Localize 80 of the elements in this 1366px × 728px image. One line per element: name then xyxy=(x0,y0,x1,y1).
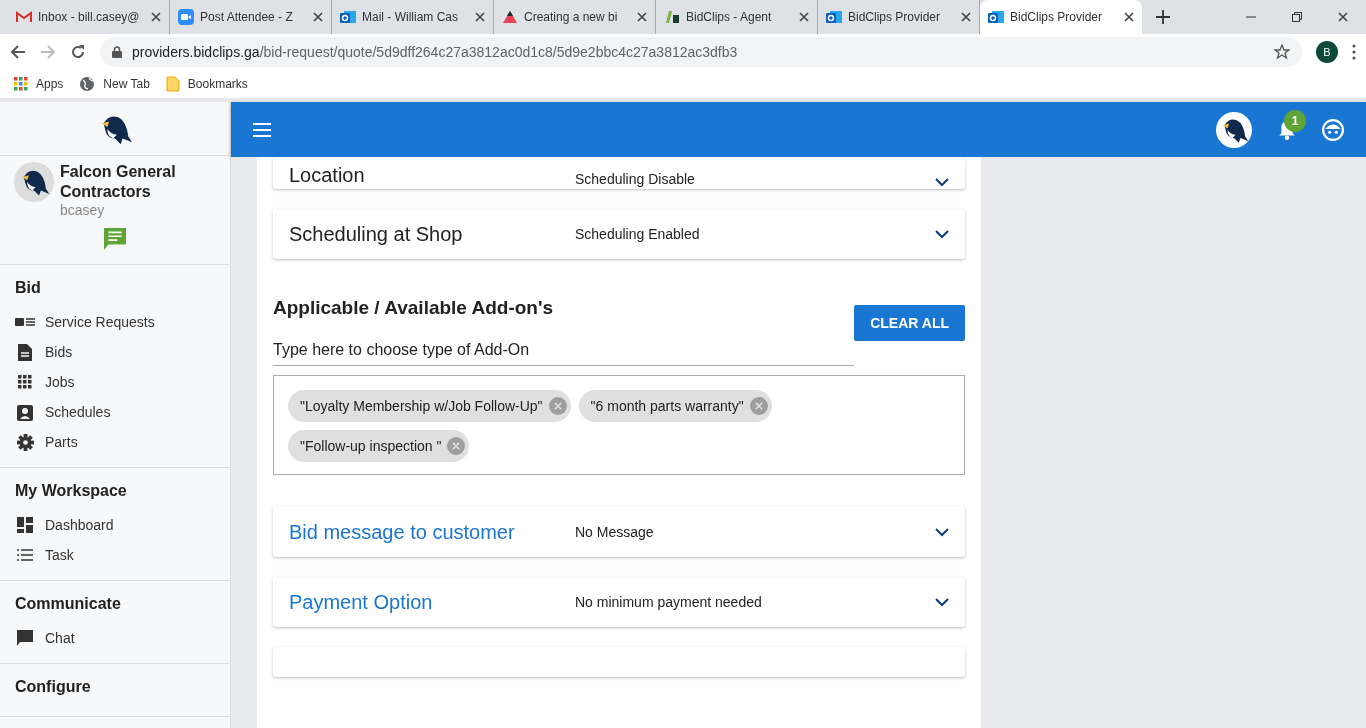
nav-item[interactable]: Chat xyxy=(15,623,215,653)
id-card-icon xyxy=(15,317,35,327)
clear-all-button[interactable]: CLEAR ALL xyxy=(854,305,965,341)
company-name: Falcon General Contractors xyxy=(60,162,177,202)
url-text: providers.bidclips.ga/bid-request/quote/5d9dff264c27a3812ac0d1c8/5d9e2bbc4c27a3812ac3dfb3 xyxy=(132,44,738,60)
notification-badge: 1 xyxy=(1284,109,1306,132)
expansion-panel[interactable]: Payment Option No minimum payment needed xyxy=(273,577,965,627)
nav-item[interactable]: Schedules xyxy=(15,397,215,427)
close-icon[interactable] xyxy=(313,12,323,22)
addon-chip[interactable]: "6 month parts warranty" xyxy=(578,390,772,422)
addon-chip[interactable]: "Loyalty Membership w/Job Follow-Up" xyxy=(288,390,571,422)
reload-icon[interactable] xyxy=(70,44,86,60)
settings-icon xyxy=(16,433,34,451)
close-icon[interactable] xyxy=(151,12,161,22)
nav-item[interactable]: Jobs xyxy=(15,367,215,397)
chevron-down-icon[interactable] xyxy=(935,527,949,537)
outlook-icon xyxy=(988,9,1004,25)
bookmark-link[interactable]: Apps xyxy=(14,77,64,91)
grid-icon xyxy=(18,375,32,389)
panel-title: Location xyxy=(289,164,366,187)
close-window-icon[interactable] xyxy=(1338,12,1348,22)
panel-value: No Message xyxy=(575,524,655,540)
section-heading: My Workspace xyxy=(15,482,128,500)
addon-search-field[interactable]: Type here to choose type of Add-On xyxy=(273,335,855,366)
menu-icon[interactable] xyxy=(253,122,271,137)
triangle-icon xyxy=(502,9,518,25)
dashboard-icon xyxy=(17,517,33,533)
profile-avatar[interactable]: B xyxy=(1316,41,1338,63)
expansion-panel[interactable]: Scheduling at Shop Scheduling Enabled xyxy=(273,209,965,259)
expansion-panel[interactable]: Bid message to customer No Message xyxy=(273,507,965,557)
document-icon xyxy=(18,343,32,361)
outlook-icon xyxy=(340,9,356,25)
star-icon[interactable] xyxy=(1274,44,1290,60)
message-icon[interactable] xyxy=(104,228,126,250)
chevron-down-icon[interactable] xyxy=(935,597,949,607)
section-heading: Configure xyxy=(15,678,92,696)
close-icon[interactable] xyxy=(961,12,971,22)
mail-icon xyxy=(16,11,32,23)
browser-tab[interactable]: BidClips Provider xyxy=(980,0,1142,34)
panel-value: No minimum payment needed xyxy=(575,594,763,610)
panel-value: Scheduling Enabled xyxy=(575,226,701,242)
lock-icon xyxy=(112,46,122,58)
nav-item[interactable]: Bids xyxy=(15,337,215,367)
close-icon[interactable] xyxy=(637,12,647,22)
more-options-icon[interactable] xyxy=(1352,44,1356,60)
nav-item[interactable]: Parts xyxy=(15,427,215,457)
new-tab-icon[interactable] xyxy=(1156,10,1170,24)
section-heading: Bid xyxy=(15,279,42,297)
apps-grid-icon xyxy=(14,77,28,91)
close-icon[interactable] xyxy=(1124,12,1134,22)
panel-title: Scheduling at Shop xyxy=(289,222,464,246)
username: bcasey xyxy=(60,202,106,218)
contact-card-icon xyxy=(17,403,33,421)
nav-item[interactable]: Dashboard xyxy=(15,510,215,540)
section-heading: Communicate xyxy=(15,595,122,613)
close-icon[interactable] xyxy=(799,12,809,22)
back-arrow-icon[interactable] xyxy=(10,44,26,60)
outlook-icon xyxy=(826,9,842,25)
bookmark-link[interactable]: Bookmarks xyxy=(165,76,248,92)
panel-title: Payment Option xyxy=(289,590,434,614)
list-icon xyxy=(17,549,33,561)
face-icon[interactable] xyxy=(1322,118,1344,141)
expansion-panel[interactable]: Location Scheduling Disable xyxy=(273,157,965,189)
close-icon[interactable] xyxy=(475,12,485,22)
bookmark-link[interactable]: New Tab xyxy=(79,76,150,92)
chevron-down-icon[interactable] xyxy=(935,229,949,239)
panel-title: Bid message to customer xyxy=(289,520,516,544)
clips-icon xyxy=(664,9,680,25)
address-bar[interactable]: providers.bidclips.ga/bid-request/quote/5d9dff264c27a3812ac0d1c8/5d9e2bbc4c27a3812ac3dfb3 xyxy=(100,37,1302,67)
restore-icon[interactable] xyxy=(1292,12,1302,22)
nav-item[interactable]: Task xyxy=(15,540,215,570)
folder-icon xyxy=(165,76,180,92)
panel-value: Scheduling Disable xyxy=(575,171,696,187)
video-camera-icon xyxy=(178,9,194,25)
nav-item[interactable]: Service Requests xyxy=(15,307,215,337)
chat-bubble-icon xyxy=(17,630,33,646)
section-heading: Applicable / Available Add-on's xyxy=(273,297,554,320)
addon-chip[interactable]: "Follow-up inspection " xyxy=(288,430,470,462)
chevron-down-icon[interactable] xyxy=(935,178,949,187)
globe-icon xyxy=(79,76,96,92)
